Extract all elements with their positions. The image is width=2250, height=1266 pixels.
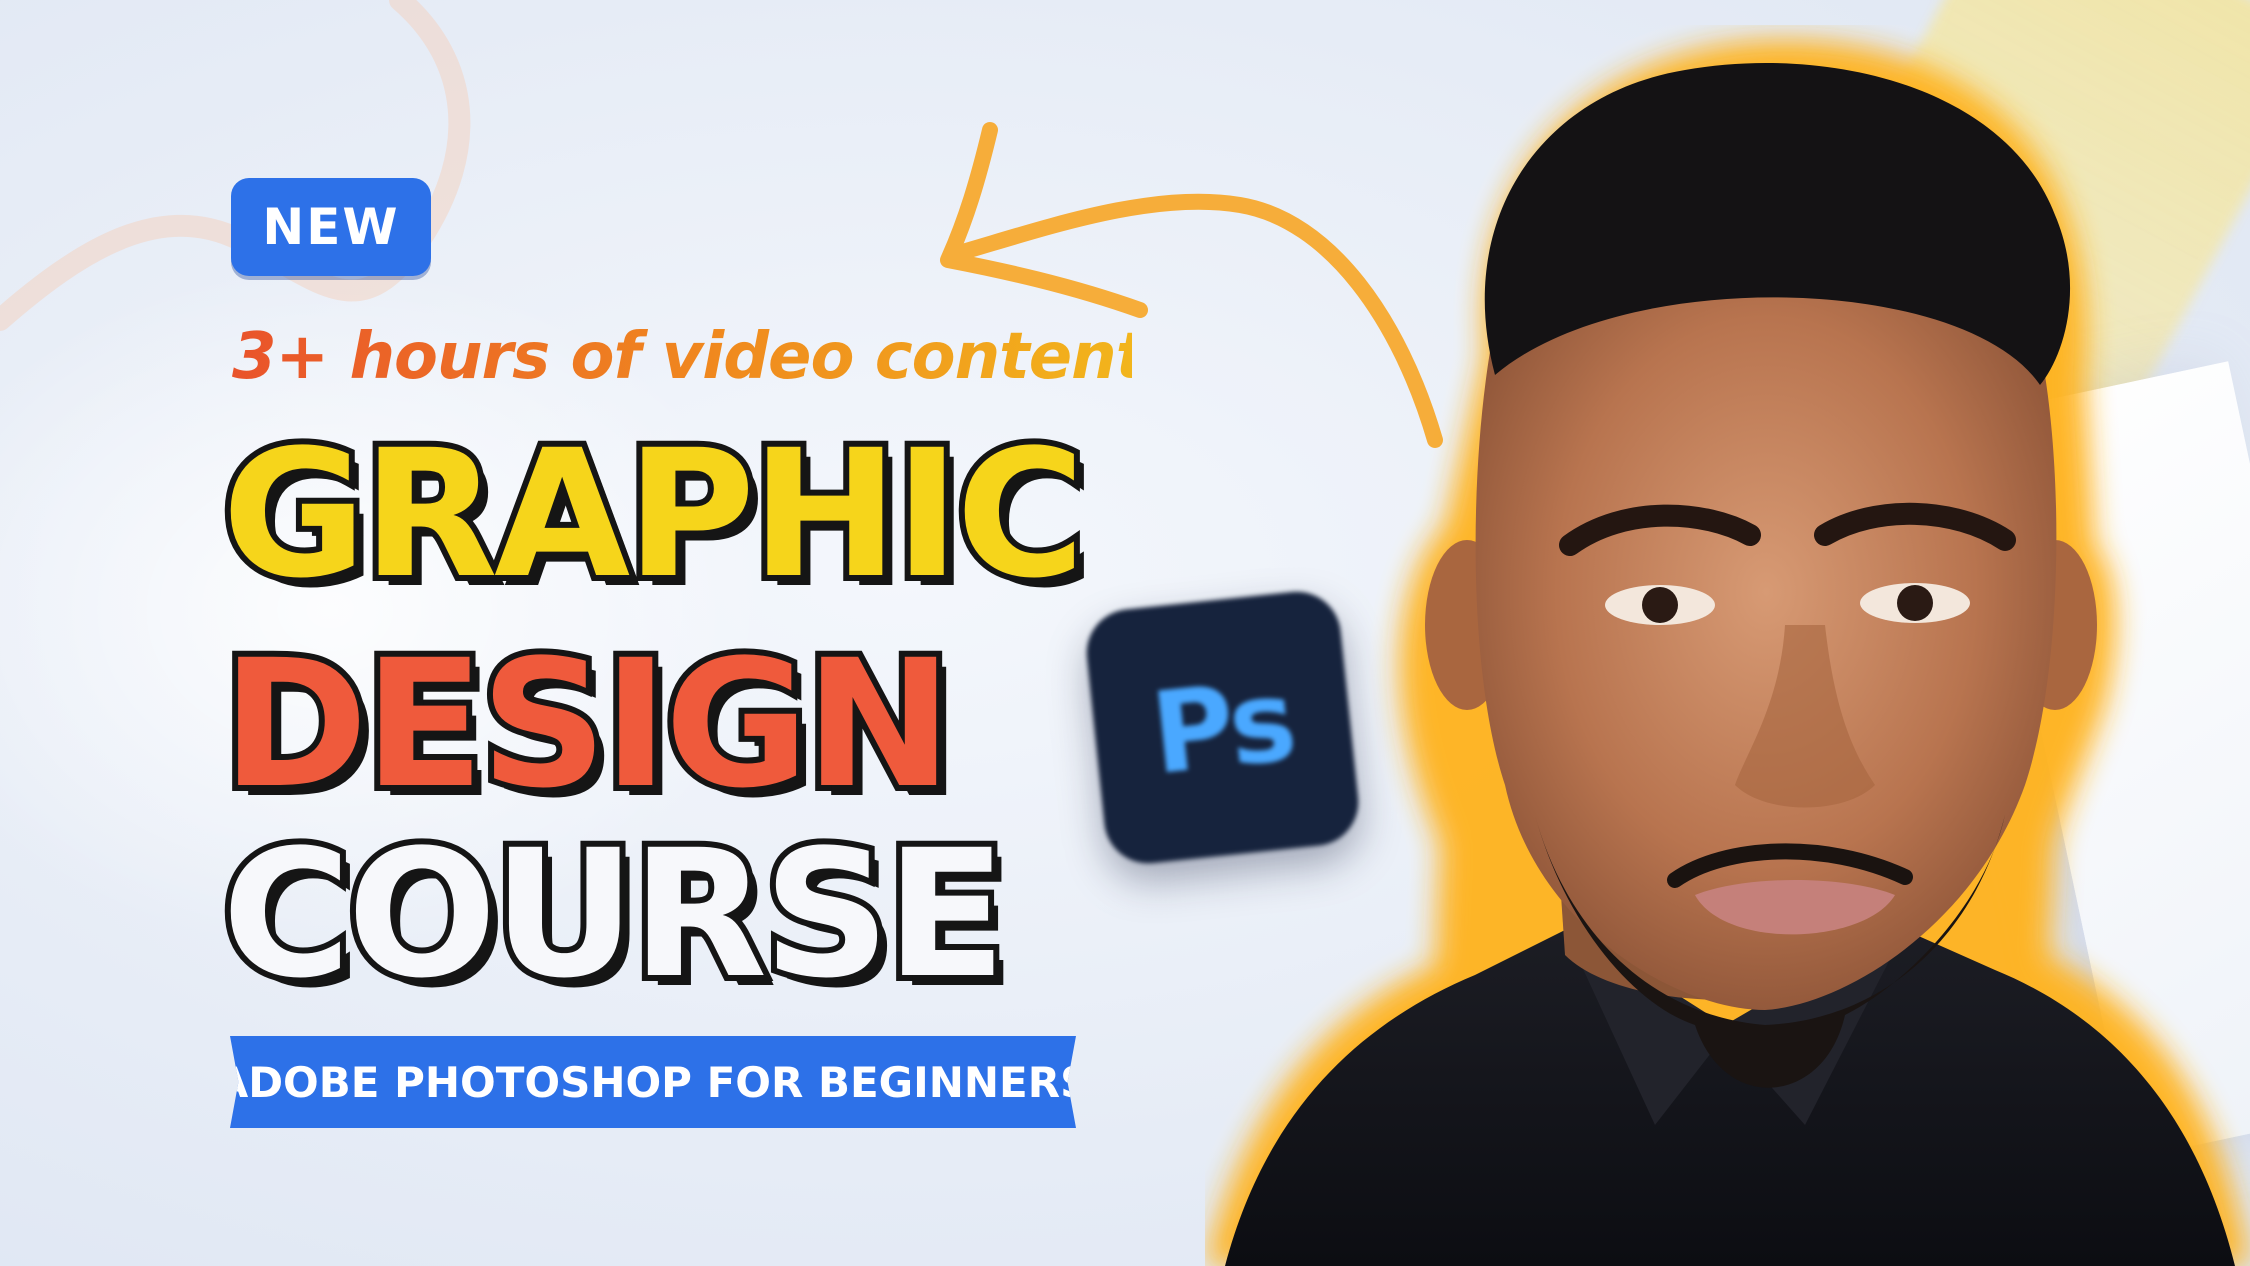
subtitle-text: ADOBE PHOTOSHOP FOR BEGINNERS <box>215 1057 1091 1107</box>
presenter-portrait <box>1205 25 2250 1266</box>
new-badge-label: NEW <box>262 198 400 256</box>
headline-line-3: COURSE <box>216 812 1012 1017</box>
new-badge: NEW <box>231 178 431 276</box>
thumbnail-canvas: NEW 3+ hours of video content GRAPHIC DE… <box>0 0 2250 1266</box>
subtitle-banner: ADOBE PHOTOSHOP FOR BEGINNERS <box>230 1036 1076 1128</box>
